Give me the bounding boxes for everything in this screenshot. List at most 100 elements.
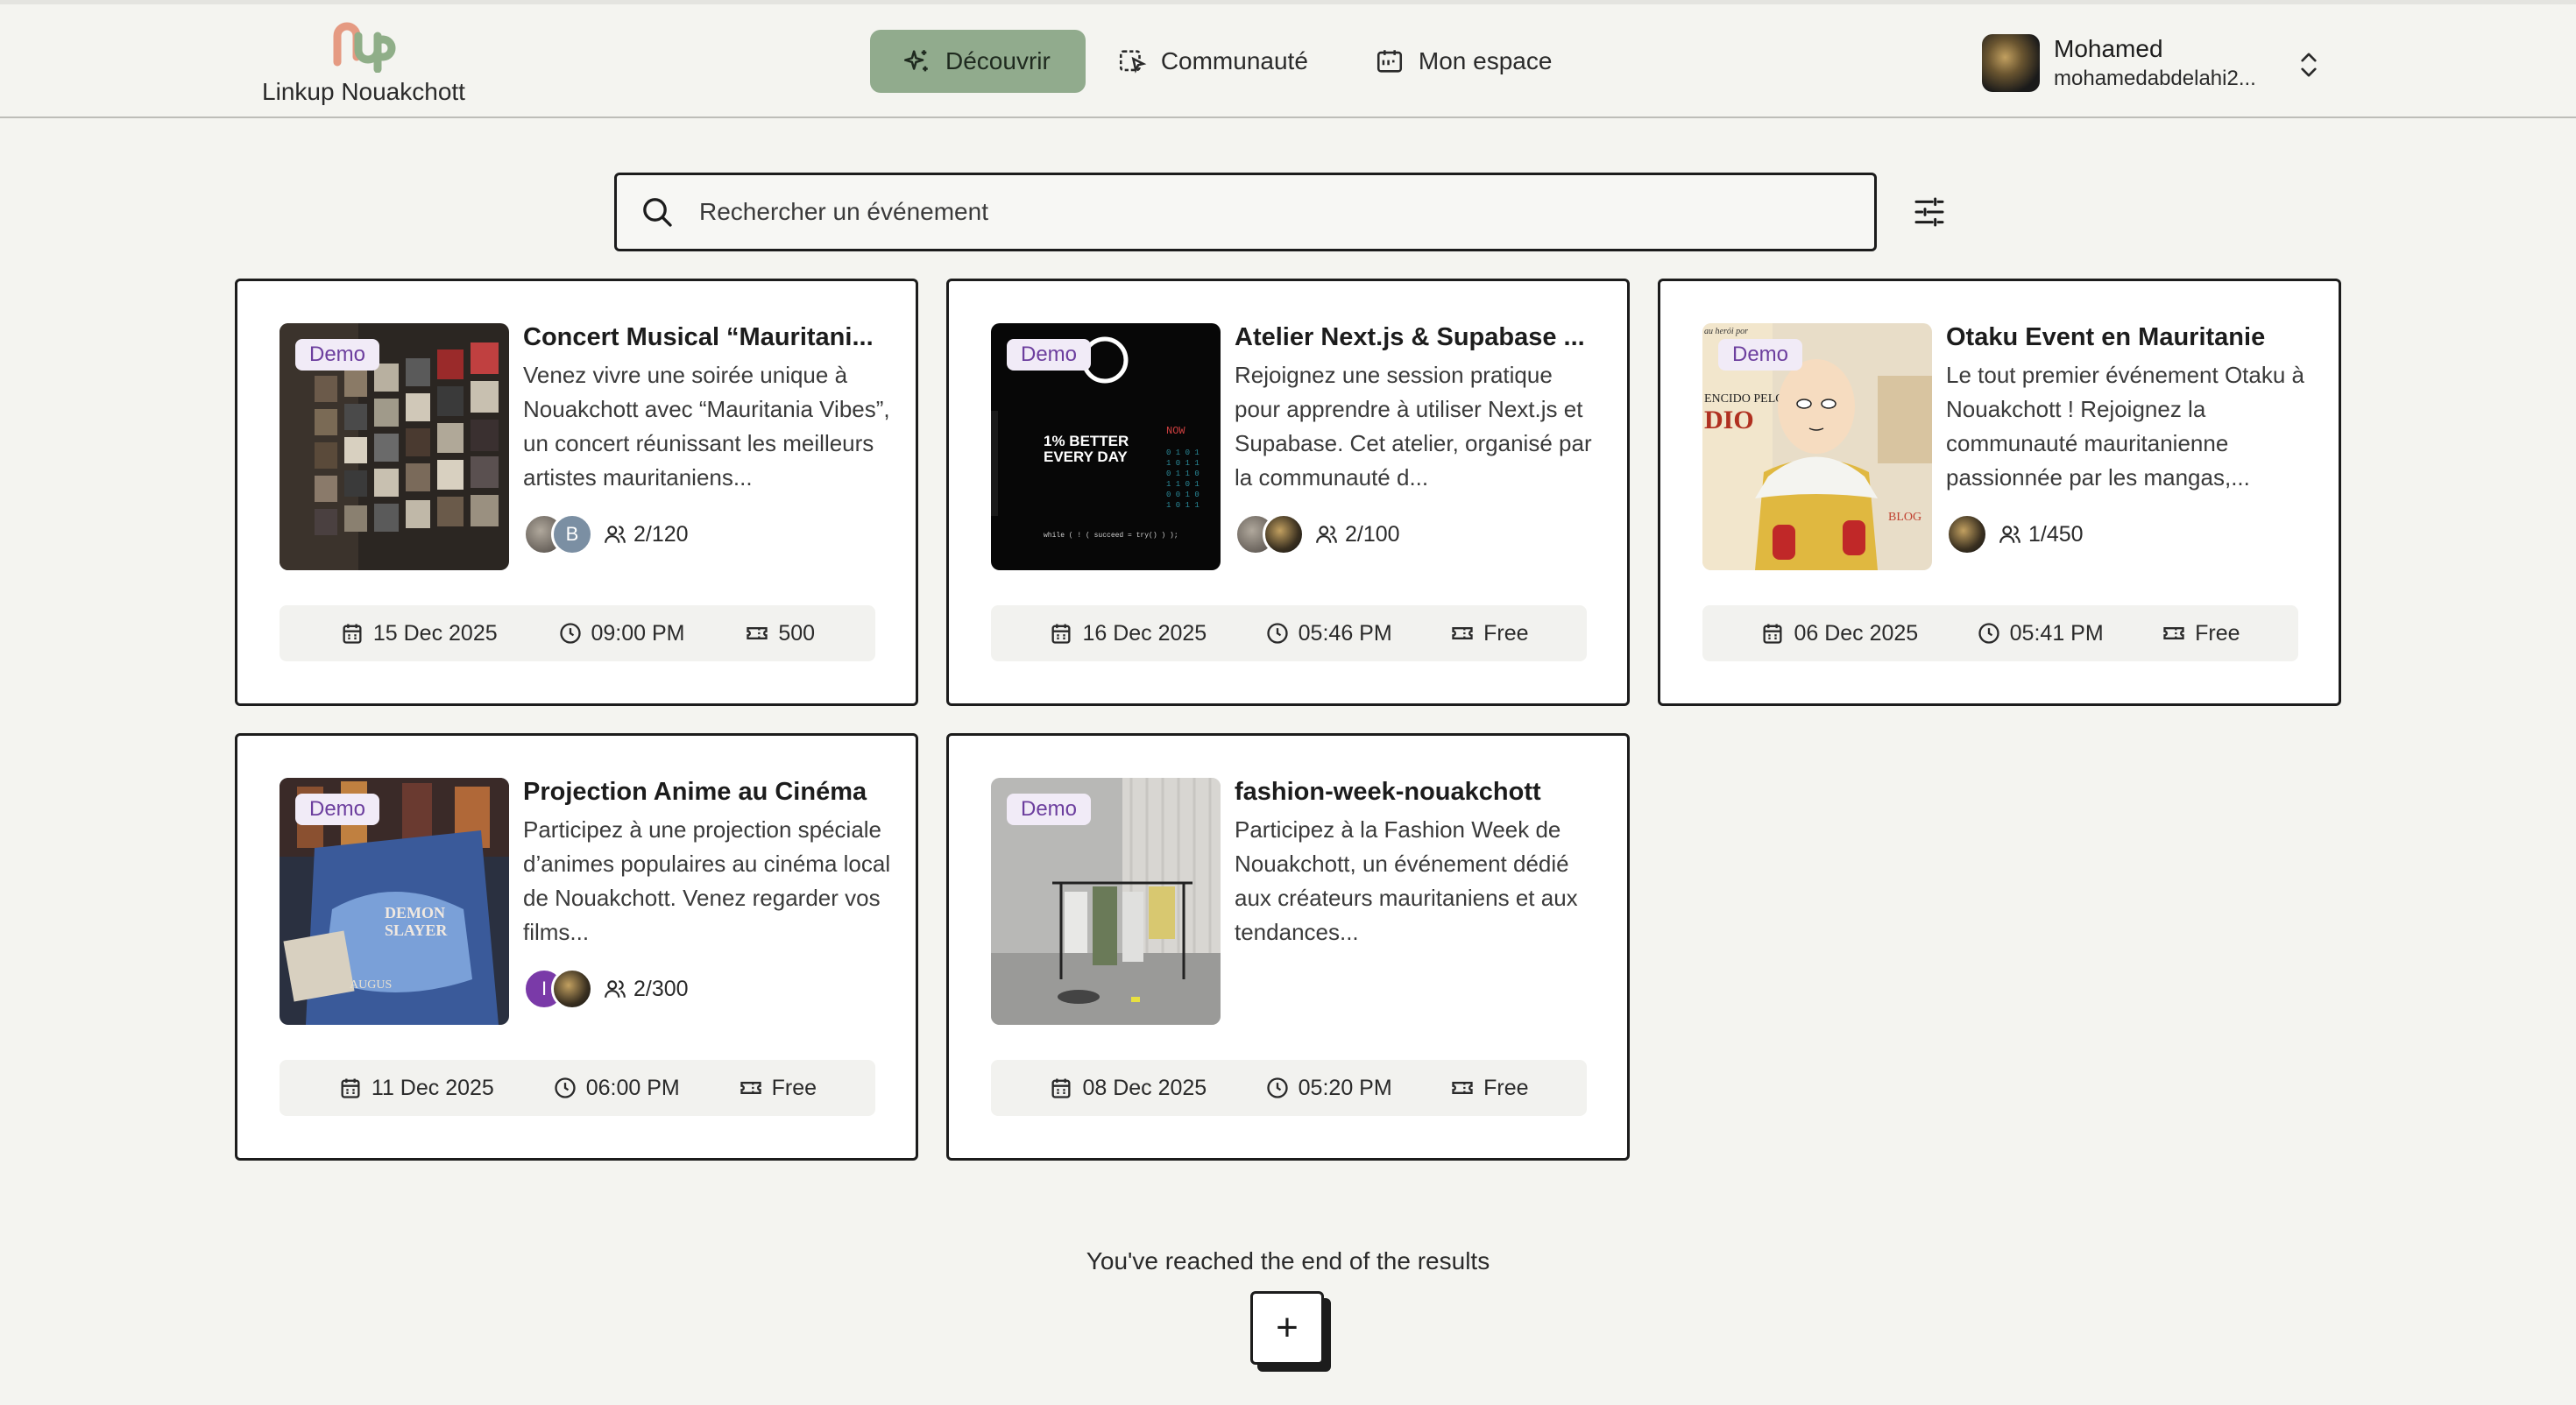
event-date: 16 Dec 2025 xyxy=(1082,620,1207,646)
image-text: 1% BETTER xyxy=(1044,433,1129,449)
demo-badge: Demo xyxy=(1007,339,1092,371)
svg-text:0 1 1 0: 0 1 1 0 xyxy=(1166,470,1200,478)
event-price: Free xyxy=(1483,1075,1529,1100)
app-name: Linkup Nouakchott xyxy=(262,78,465,105)
plus-icon: + xyxy=(1276,1306,1299,1349)
svg-text:1 1 0 1: 1 1 0 1 xyxy=(1166,480,1200,489)
event-time: 05:20 PM xyxy=(1298,1075,1392,1100)
svg-text:0 0 1 0: 0 0 1 0 xyxy=(1166,491,1200,499)
users-icon xyxy=(1999,526,2020,543)
event-card[interactable]: Demo fashion-week-nouakchott Participez … xyxy=(946,733,1630,1161)
user-avatar xyxy=(1982,34,2040,92)
community-icon xyxy=(1119,50,1147,74)
event-date: 06 Dec 2025 xyxy=(1794,620,1919,646)
nav-communaute-label: Communauté xyxy=(1160,47,1308,74)
sparkles-icon xyxy=(903,50,928,72)
event-image: 1% BETTER EVERY DAY NOW 0 1 0 1 1 0 1 1 0 … xyxy=(991,323,1221,570)
event-time: 05:46 PM xyxy=(1298,620,1392,646)
users-icon xyxy=(605,526,626,543)
svg-text:1 0 1 1: 1 0 1 1 xyxy=(1166,459,1200,468)
attendee-avatar: B xyxy=(551,513,593,555)
event-description: Participez à une projection spéciale d’a… xyxy=(523,816,891,945)
event-title: Atelier Next.js & Supabase ... xyxy=(1235,323,1585,351)
end-of-results-text: You've reached the end of the results xyxy=(1086,1247,1490,1274)
nav-mon-espace-label: Mon espace xyxy=(1418,47,1553,74)
image-text: ENCIDO PELO xyxy=(1704,392,1784,406)
event-description: Venez vivre une soirée unique à Nouakcho… xyxy=(523,362,890,491)
nav-communaute[interactable]: Communauté xyxy=(1086,30,1343,93)
calendar-icon xyxy=(343,624,362,644)
ticket-icon xyxy=(1452,627,1473,639)
search-input[interactable] xyxy=(699,198,1838,226)
users-icon xyxy=(1316,526,1337,543)
image-text: while ( ! ( succeed = try() ) ); xyxy=(1044,532,1178,540)
event-date: 08 Dec 2025 xyxy=(1082,1075,1207,1100)
event-image: Demo xyxy=(280,323,509,570)
nav-decouvrir-label: Découvrir xyxy=(945,47,1051,74)
event-card[interactable]: 1% BETTER EVERY DAY NOW 0 1 0 1 1 0 1 1 0 … xyxy=(946,279,1630,706)
user-email: mohamedabdelahi2... xyxy=(2054,67,2256,90)
attendees-row: 1/450 xyxy=(1946,512,2084,556)
event-meta: 16 Dec 2025 05:46 PM Free xyxy=(991,605,1587,661)
event-price: Free xyxy=(771,1075,817,1100)
svg-text:0 1 0 1: 0 1 0 1 xyxy=(1166,448,1200,457)
event-description: Le tout premier événement Otaku à Nouakc… xyxy=(1946,362,2305,491)
calendar-icon xyxy=(1376,50,1402,73)
event-price: Free xyxy=(1483,620,1529,646)
clock-icon xyxy=(1266,1077,1288,1098)
event-image: au herói por ENCIDO PELO DIO BLOG Demo xyxy=(1702,323,1932,570)
linkup-logo-icon xyxy=(333,22,396,73)
top-navigation-bar: Linkup Nouakchott Découvrir Communauté M… xyxy=(0,4,2576,118)
calendar-icon xyxy=(341,1078,360,1098)
event-date: 15 Dec 2025 xyxy=(372,620,498,646)
ticket-icon xyxy=(1452,1082,1473,1094)
event-time: 05:41 PM xyxy=(2009,620,2104,646)
add-event-button[interactable]: + xyxy=(1250,1291,1324,1365)
attendees-row: 2/100 xyxy=(1235,512,1400,556)
demo-badge: Demo xyxy=(1718,339,1803,371)
demo-badge: Demo xyxy=(1007,794,1092,825)
image-text: NOW xyxy=(1166,425,1185,437)
search-icon xyxy=(643,198,672,227)
nav-mon-espace[interactable]: Mon espace xyxy=(1343,30,1588,93)
event-card[interactable]: au herói por ENCIDO PELO DIO BLOG Demo O… xyxy=(1658,279,2341,706)
attendee-avatar xyxy=(1946,513,1988,555)
attendees-row: I 2/300 xyxy=(523,967,689,1011)
image-text: DIO xyxy=(1704,406,1754,434)
event-description: Participez à la Fashion Week de Nouakcho… xyxy=(1235,816,1578,945)
ticket-icon xyxy=(740,1082,761,1094)
user-menu[interactable]: Mohamed mohamedabdelahi2... xyxy=(1982,32,2332,94)
attendees-row: B 2/120 xyxy=(523,512,689,556)
demo-badge: Demo xyxy=(295,794,380,825)
event-meta: 11 Dec 2025 06:00 PM Free xyxy=(280,1060,875,1116)
svg-text:1 0 1 1: 1 0 1 1 xyxy=(1166,501,1200,510)
clock-icon xyxy=(1266,623,1288,644)
event-time: 09:00 PM xyxy=(591,620,685,646)
event-price: Free xyxy=(2195,620,2240,646)
clock-icon xyxy=(555,1077,576,1098)
image-text: DEMON xyxy=(385,904,445,921)
event-card[interactable]: Demo Concert Musical “Mauritani... Venez… xyxy=(235,279,918,706)
main-nav: Découvrir Communauté Mon espace xyxy=(870,30,1587,93)
attendee-count: 1/450 xyxy=(2028,521,2084,547)
event-time: 06:00 PM xyxy=(585,1075,680,1100)
event-meta: 15 Dec 2025 09:00 PM 500 xyxy=(280,605,875,661)
nav-decouvrir[interactable]: Découvrir xyxy=(870,30,1086,93)
attendee-count: 2/300 xyxy=(633,976,689,1001)
demo-badge: Demo xyxy=(295,339,380,371)
event-date: 11 Dec 2025 xyxy=(371,1075,494,1100)
event-title: Projection Anime au Cinéma xyxy=(523,778,867,806)
event-price: 500 xyxy=(778,620,816,646)
user-name: Mohamed xyxy=(2054,35,2163,62)
image-text: AUGUS xyxy=(350,978,392,992)
event-image: DEMON SLAYER AUGUS Demo xyxy=(280,778,509,1025)
image-text: BLOG xyxy=(1888,511,1921,524)
image-text: EVERY DAY xyxy=(1044,448,1128,465)
filter-sliders-icon[interactable] xyxy=(1912,194,1947,229)
event-card[interactable]: DEMON SLAYER AUGUS Demo Projection Anime… xyxy=(235,733,918,1161)
event-description: Rejoignez une session pratique pour appr… xyxy=(1235,362,1592,491)
event-title: fashion-week-nouakchott xyxy=(1235,778,1541,806)
event-meta: 06 Dec 2025 05:41 PM Free xyxy=(1702,605,2298,661)
event-title: Concert Musical “Mauritani... xyxy=(523,323,874,351)
app-logo[interactable]: Linkup Nouakchott xyxy=(254,17,473,106)
